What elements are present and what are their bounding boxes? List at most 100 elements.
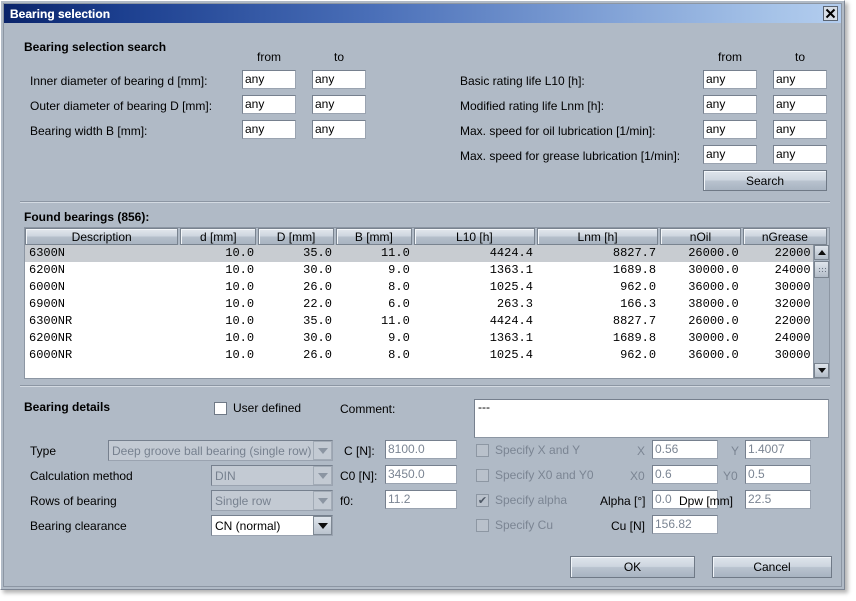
type-combo[interactable]: Deep groove ball bearing (single row)	[108, 440, 333, 461]
user-defined-checkbox[interactable]: User defined	[214, 401, 301, 415]
scroll-down-icon[interactable]	[814, 363, 829, 378]
c-value-field[interactable]: 8100.0	[385, 440, 457, 459]
table-cell: 1025.4	[414, 347, 537, 364]
input-bearing-width-from[interactable]: any	[242, 120, 296, 139]
table-cell: 35.0	[258, 313, 336, 330]
input-modified-rating-life-from[interactable]: any	[703, 95, 757, 114]
found-bearings-table[interactable]: Descriptiond [mm]D [mm]B [mm]L10 [h]Lnm …	[24, 227, 830, 379]
table-row[interactable]: 6300NR10.035.011.04424.48827.726000.0220…	[25, 313, 829, 330]
checkbox-box-icon	[476, 469, 489, 482]
table-cell: 11.0	[336, 313, 414, 330]
cancel-button[interactable]: Cancel	[712, 556, 832, 578]
table-cell: 9.0	[336, 262, 414, 279]
x-label: X	[637, 444, 645, 458]
table-row[interactable]: 6000N10.026.08.01025.4962.036000.030000.…	[25, 279, 829, 296]
chevron-down-icon[interactable]	[313, 441, 332, 460]
x-value-field[interactable]: 0.56	[652, 440, 718, 459]
type-combo-value: Deep groove ball bearing (single row)	[109, 444, 313, 458]
table-row[interactable]: 6900N10.022.06.0263.3166.338000.032000.0	[25, 296, 829, 313]
input-basic-rating-life-to[interactable]: any	[773, 70, 827, 89]
table-column-header[interactable]: L10 [h]	[414, 228, 535, 245]
scrollbar-thumb[interactable]	[814, 261, 829, 278]
calculation-method-combo[interactable]: DIN	[211, 465, 333, 486]
specify-x0-and-y0-label: Specify X0 and Y0	[495, 468, 594, 482]
input-max-speed-grease-to[interactable]: any	[773, 145, 827, 164]
label-outer-diameter: Outer diameter of bearing D [mm]:	[30, 99, 212, 113]
rows-of-bearing-combo[interactable]: Single row	[211, 490, 333, 511]
table-cell: 6000N	[25, 279, 180, 296]
table-column-header[interactable]: D [mm]	[258, 228, 334, 245]
bearing-clearance-combo[interactable]: CN (normal)	[211, 515, 333, 536]
specify-x-and-y-checkbox[interactable]: Specify X and Y	[476, 443, 580, 457]
close-icon[interactable]	[823, 6, 838, 21]
search-button[interactable]: Search	[703, 170, 827, 191]
c0-value-field[interactable]: 3450.0	[385, 465, 457, 484]
table-column-header[interactable]: d [mm]	[180, 228, 256, 245]
type-label: Type	[30, 444, 56, 458]
chevron-down-icon[interactable]	[313, 466, 332, 485]
input-inner-diameter-from[interactable]: any	[242, 70, 296, 89]
table-body[interactable]: 6300N10.035.011.04424.48827.726000.02200…	[25, 245, 829, 378]
table-cell: 6300NR	[25, 313, 180, 330]
results-title: Found bearings (856):	[24, 210, 149, 224]
bearing-clearance-combo-value: CN (normal)	[212, 519, 313, 533]
arrow-up-glyph	[818, 250, 826, 255]
x0-label: X0	[630, 469, 645, 483]
table-cell: 30000.0	[660, 330, 743, 347]
specify-cu-checkbox[interactable]: Specify Cu	[476, 518, 553, 532]
table-cell: 263.3	[414, 296, 537, 313]
table-column-header[interactable]: Description	[25, 228, 178, 245]
calculation-method-combo-value: DIN	[212, 469, 313, 483]
y-value-field[interactable]: 1.4007	[745, 440, 811, 459]
input-inner-diameter-to[interactable]: any	[312, 70, 366, 89]
dpw-label: Dpw [mm]	[679, 494, 733, 508]
chevron-glyph	[318, 473, 328, 479]
checkbox-box-icon	[476, 519, 489, 532]
checkbox-box-icon: ✔	[476, 494, 489, 507]
input-max-speed-oil-from[interactable]: any	[703, 120, 757, 139]
chevron-down-icon[interactable]	[313, 491, 332, 510]
label-max-speed-oil: Max. speed for oil lubrication [1/min]:	[460, 124, 655, 138]
specify-x-and-y-label: Specify X and Y	[495, 443, 580, 457]
cu-value-field[interactable]: 156.82	[652, 515, 718, 534]
specify-alpha-checkbox[interactable]: ✔ Specify alpha	[476, 493, 567, 507]
table-column-header[interactable]: nGrease	[743, 228, 827, 245]
table-column-header[interactable]: Lnm [h]	[537, 228, 658, 245]
table-column-header[interactable]: B [mm]	[336, 228, 412, 245]
table-vertical-scrollbar[interactable]	[813, 245, 829, 378]
x0-value-field[interactable]: 0.6	[652, 465, 718, 484]
input-outer-diameter-from[interactable]: any	[242, 95, 296, 114]
search-section-title: Bearing selection search	[24, 40, 166, 54]
cu-label: Cu [N]	[611, 519, 645, 533]
table-column-header[interactable]: nOil	[660, 228, 741, 245]
input-outer-diameter-to[interactable]: any	[312, 95, 366, 114]
chevron-down-icon[interactable]	[313, 516, 332, 535]
table-cell: 10.0	[180, 245, 258, 262]
input-bearing-width-to[interactable]: any	[312, 120, 366, 139]
table-row[interactable]: 6300N10.035.011.04424.48827.726000.02200…	[25, 245, 829, 262]
checkbox-box-icon	[214, 402, 227, 415]
table-cell: 962.0	[537, 347, 660, 364]
y0-value-field[interactable]: 0.5	[745, 465, 811, 484]
table-row[interactable]: 6000NR10.026.08.01025.4962.036000.030000…	[25, 347, 829, 364]
table-row[interactable]: 6200NR10.030.09.01363.11689.830000.02400…	[25, 330, 829, 347]
label-basic-rating-life: Basic rating life L10 [h]:	[460, 74, 585, 88]
input-modified-rating-life-to[interactable]: any	[773, 95, 827, 114]
specify-x0-and-y0-checkbox[interactable]: Specify X0 and Y0	[476, 468, 594, 482]
input-basic-rating-life-from[interactable]: any	[703, 70, 757, 89]
table-row[interactable]: 6200N10.030.09.01363.11689.830000.024000…	[25, 262, 829, 279]
table-cell: 8827.7	[537, 245, 660, 262]
table-cell: 26000.0	[660, 313, 743, 330]
table-cell: 26000.0	[660, 245, 743, 262]
table-cell: 4424.4	[414, 313, 537, 330]
table-cell: 10.0	[180, 313, 258, 330]
input-max-speed-grease-from[interactable]: any	[703, 145, 757, 164]
f0-value-field[interactable]: 11.2	[385, 490, 457, 509]
y-label: Y	[731, 444, 739, 458]
input-max-speed-oil-to[interactable]: any	[773, 120, 827, 139]
comment-textarea[interactable]: ---	[474, 399, 829, 438]
ok-button[interactable]: OK	[570, 556, 695, 578]
dpw-value-field[interactable]: 22.5	[745, 490, 811, 509]
check-glyph: ✔	[478, 495, 487, 506]
scroll-up-icon[interactable]	[814, 245, 829, 260]
